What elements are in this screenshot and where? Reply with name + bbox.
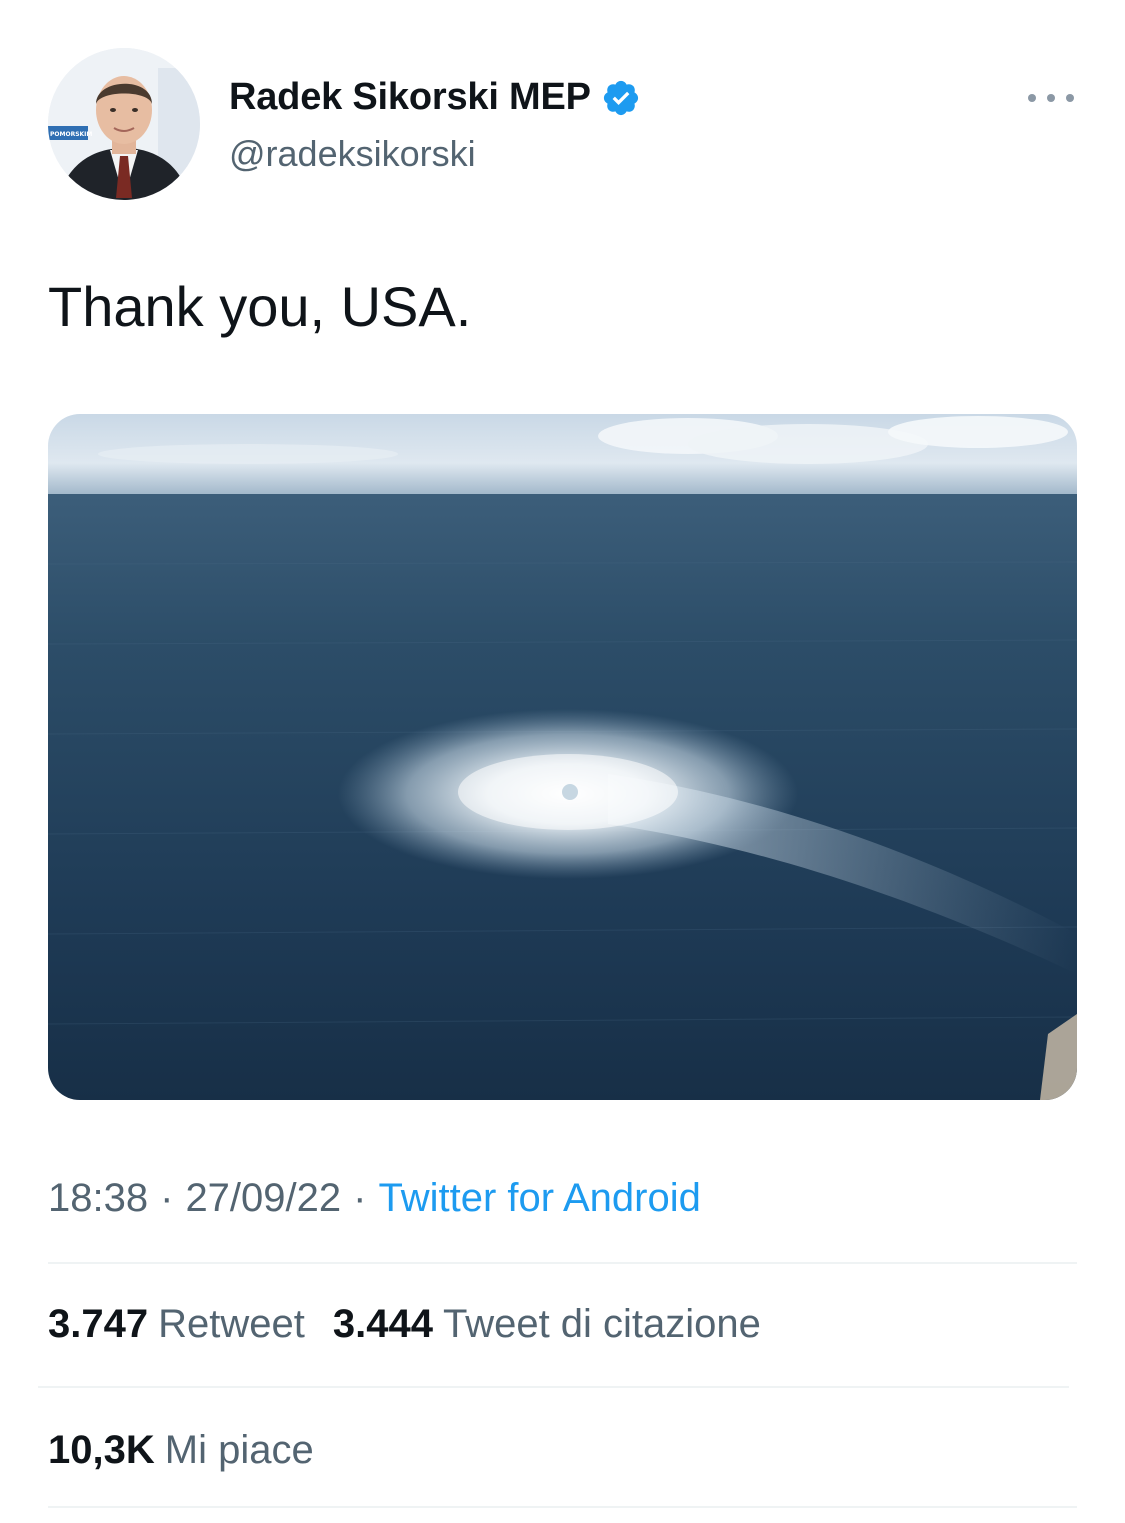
quotes-stat[interactable]: 3.444 Tweet di citazione [333,1302,761,1347]
tweet-date[interactable]: 27/09/22 [185,1176,341,1221]
meta-separator: · [353,1176,367,1220]
tweet-source-link[interactable]: Twitter for Android [378,1176,700,1221]
avatar[interactable]: POMORSKIM [48,48,200,200]
more-dot [1066,94,1074,102]
quotes-label: Tweet di citazione [442,1302,761,1346]
tweet-text: Thank you, USA. [48,275,472,338]
likes-stat[interactable]: 10,3K Mi piace [48,1428,314,1473]
aerial-photo-sea-gas-bubbles [48,414,1077,1100]
more-dot [1028,94,1036,102]
divider [48,1262,1077,1264]
retweets-count: 3.747 [48,1302,149,1346]
avatar-backdrop-text: POMORSKIM [50,131,92,138]
meta-separator: · [160,1176,174,1220]
profile-photo: POMORSKIM [48,48,200,200]
quotes-count: 3.444 [332,1302,433,1346]
divider [48,1506,1077,1508]
more-dot [1047,94,1055,102]
display-name[interactable]: Radek Sikorski MEP [229,76,591,119]
likes-count: 10,3K [48,1428,155,1472]
more-horizontal-icon[interactable] [1028,84,1074,112]
divider [38,1386,1069,1388]
author-name-row[interactable]: Radek Sikorski MEP [229,76,641,119]
retweets-label: Retweet [158,1302,305,1346]
likes-label: Mi piace [164,1428,314,1472]
tweet-media-photo[interactable] [48,414,1077,1100]
engagement-stats: 3.747 Retweet 3.444 Tweet di citazione [48,1302,789,1347]
tweet-time[interactable]: 18:38 [48,1176,148,1221]
handle[interactable]: @radeksikorski [229,133,476,175]
tweet-meta: 18:38 · 27/09/22 · Twitter for Android [48,1176,701,1221]
retweets-stat[interactable]: 3.747 Retweet [48,1302,305,1347]
verified-badge-icon [601,78,641,118]
tweet-detail: POMORSKIM Radek Sikorski MEP @radeksikor… [0,0,1125,1523]
